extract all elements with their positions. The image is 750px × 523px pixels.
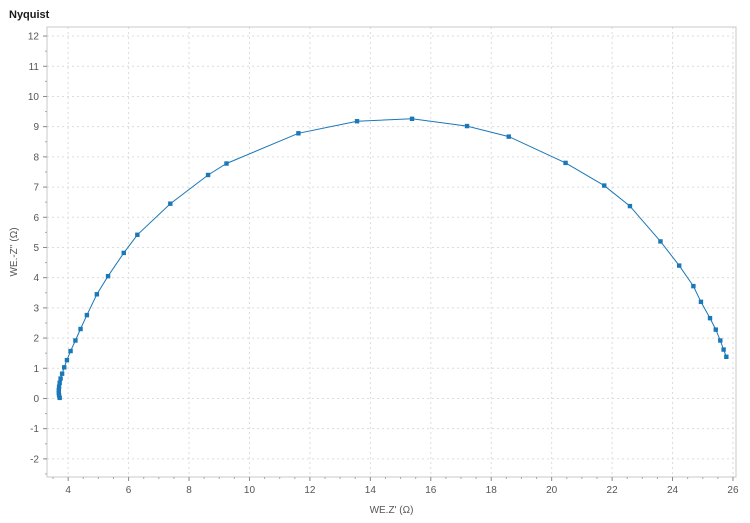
data-point xyxy=(62,365,67,370)
y-tick-label: 9 xyxy=(33,122,39,133)
y-tick-label: 11 xyxy=(29,62,40,73)
data-point xyxy=(602,183,607,188)
data-point xyxy=(707,315,713,321)
data-point xyxy=(64,357,70,363)
data-point xyxy=(73,338,78,343)
data-point xyxy=(78,326,83,332)
data-point xyxy=(94,292,100,297)
data-point xyxy=(718,338,723,343)
data-point xyxy=(676,263,682,268)
y-tick-label: 1 xyxy=(33,364,39,375)
data-point xyxy=(698,299,704,305)
x-tick-label: 14 xyxy=(365,485,377,496)
x-tick-label: 16 xyxy=(425,485,437,496)
data-point xyxy=(506,134,511,139)
data-point xyxy=(68,348,73,354)
data-point xyxy=(56,384,62,389)
data-point xyxy=(57,380,62,385)
data-point xyxy=(724,354,729,359)
y-tick-label: 6 xyxy=(33,213,39,224)
data-point xyxy=(135,232,140,237)
series-line xyxy=(58,118,727,399)
data-point xyxy=(105,273,111,279)
y-tick-label: 12 xyxy=(28,32,40,43)
data-point xyxy=(168,201,173,206)
axes: 4 6 8 10 12 14 16 18 20 22 24 26-2-1012345678910111… xyxy=(28,32,739,496)
x-tick-label: 20 xyxy=(546,485,558,496)
data-point xyxy=(205,172,211,178)
data-point xyxy=(563,160,568,166)
y-tick-label: 0 xyxy=(33,394,39,405)
data-point xyxy=(627,203,633,209)
data-point xyxy=(409,116,415,122)
y-tick-label: 5 xyxy=(33,243,39,254)
x-tick-label: 12 xyxy=(304,485,316,496)
x-tick-label: 18 xyxy=(486,485,498,496)
data-point xyxy=(121,250,126,256)
data-point xyxy=(658,239,663,244)
data-point xyxy=(713,327,718,332)
data-point xyxy=(721,347,726,352)
x-tick-label: 8 xyxy=(186,485,192,496)
data-point xyxy=(296,131,301,136)
x-tick-label: 24 xyxy=(667,485,679,496)
x-tick-label: 4 xyxy=(65,485,71,496)
y-tick-label: 8 xyxy=(33,152,39,163)
data-point xyxy=(59,371,65,376)
data-point xyxy=(84,312,90,318)
x-tick-label: 10 xyxy=(244,485,256,496)
data-point xyxy=(464,123,470,129)
data-point xyxy=(691,283,696,289)
data-point xyxy=(354,119,360,124)
y-tick-label: 10 xyxy=(28,92,40,103)
y-axis-label: WE.-Z'' (Ω) xyxy=(9,227,20,276)
x-axis-label: WE.Z' (Ω) xyxy=(370,505,414,516)
x-tick-label: 6 xyxy=(126,485,132,496)
data-point xyxy=(224,161,229,166)
grid xyxy=(47,27,736,477)
y-tick-label: 4 xyxy=(33,273,39,284)
y-tick-label: 3 xyxy=(33,303,39,314)
y-tick-label: -1 xyxy=(30,424,39,435)
series xyxy=(56,116,729,401)
nyquist-chart: 4 6 8 10 12 14 16 18 20 22 24 26-2-1012345678910111… xyxy=(9,26,739,516)
y-tick-label: 7 xyxy=(33,183,39,194)
y-tick-label: 2 xyxy=(33,334,39,345)
y-tick-label: -2 xyxy=(30,454,39,465)
plot-frame xyxy=(46,26,737,478)
x-tick-label: 22 xyxy=(607,485,619,496)
data-point xyxy=(58,376,63,381)
x-tick-label: 26 xyxy=(727,485,739,496)
